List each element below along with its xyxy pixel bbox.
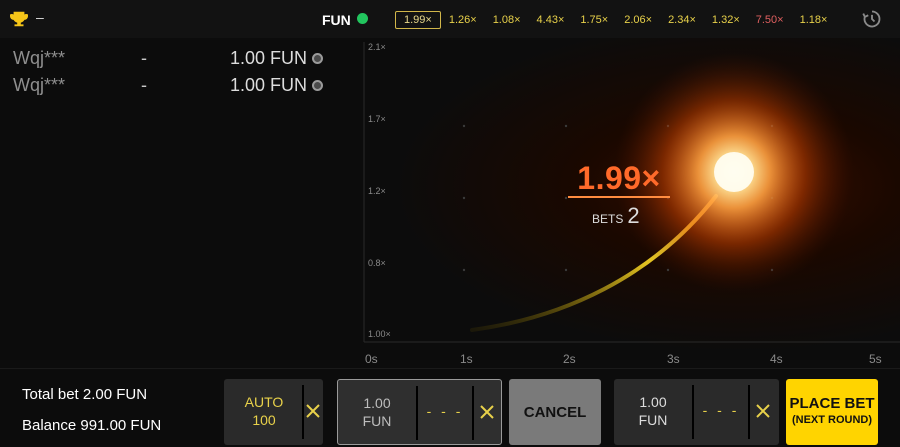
bet2-amount-currency: FUN	[638, 412, 668, 428]
history-item[interactable]: 1.26×	[441, 10, 485, 30]
game-graph: 2.1× 1.7× 1.2× 0.8× 1.00× 0s 1s 2s 3s 4s…	[362, 38, 900, 368]
auto-cashout-label: AUTO 100	[224, 393, 304, 429]
bet1-amount-field[interactable]: 1.00 FUN - - -	[337, 379, 502, 445]
history-item[interactable]: 7.50×	[748, 10, 792, 30]
history-item[interactable]: 1.75×	[572, 10, 616, 30]
total-bet: Total bet 2.00 FUN	[22, 386, 148, 403]
x-tick-label: 5s	[869, 352, 882, 366]
bet-cashout: -	[141, 75, 147, 95]
bets-counter-value: 2	[627, 203, 640, 228]
current-multiplier: 1.99×	[577, 160, 661, 196]
bets-counter-label: BETS	[592, 212, 624, 226]
bets-list: Wqj*** - 1.00 FUN Wqj*** - 1.00 FUN	[0, 38, 362, 368]
trophy-icon[interactable]	[10, 10, 28, 28]
bet2-amount: 1.00 FUN	[614, 393, 692, 429]
y-tick-label: 0.8×	[368, 258, 386, 268]
rocket-core	[714, 152, 754, 192]
bets-counter: BETS 2	[592, 203, 640, 229]
online-status-dot	[357, 13, 368, 24]
x-tick-label: 2s	[563, 352, 576, 366]
bet1-amount-currency: FUN	[362, 413, 392, 429]
bet-controls: Total bet 2.00 FUN Balance 991.00 FUN AU…	[0, 368, 900, 447]
place-bet-button[interactable]: PLACE BET (NEXT ROUND)	[786, 379, 878, 445]
close-icon[interactable]	[305, 403, 321, 419]
history-item[interactable]: 2.34×	[660, 10, 704, 30]
bet-user: Wqj***	[13, 48, 66, 68]
close-icon[interactable]	[755, 403, 771, 419]
close-icon[interactable]	[479, 404, 495, 420]
y-tick-label: 1.7×	[368, 114, 386, 124]
leaderboard-value: –	[36, 9, 44, 25]
history-item[interactable]: 1.08×	[485, 10, 529, 30]
currency-label[interactable]: FUN	[322, 12, 351, 28]
auto-label: AUTO	[244, 394, 284, 410]
list-item: Wqj*** - 1.00 FUN	[0, 71, 362, 97]
bet1-cashout-placeholder[interactable]: - - -	[418, 403, 472, 419]
x-tick-label: 0s	[365, 352, 378, 366]
bet-cashout: -	[141, 48, 147, 68]
bet2-cashout-placeholder[interactable]: - - -	[694, 402, 748, 418]
x-tick-label: 1s	[460, 352, 473, 366]
y-tick-label: 1.00×	[368, 329, 391, 339]
bet-user: Wqj***	[13, 75, 66, 95]
list-item: Wqj*** - 1.00 FUN	[0, 44, 362, 70]
top-bar: – FUN 1.99× 1.26× 1.08× 4.43× 1.75× 2.06…	[0, 0, 900, 38]
cancel-button[interactable]: CANCEL	[509, 379, 601, 445]
divider	[748, 385, 750, 439]
bet2-amount-value: 1.00	[639, 394, 667, 410]
history-item[interactable]: 1.18×	[792, 10, 836, 30]
place-bet-sublabel: (NEXT ROUND)	[791, 414, 873, 426]
place-bet-label: PLACE BET	[789, 395, 875, 412]
x-tick-label: 3s	[667, 352, 680, 366]
divider	[472, 386, 474, 440]
coin-icon	[312, 80, 323, 91]
history-item[interactable]: 4.43×	[529, 10, 573, 30]
coin-icon	[312, 53, 323, 64]
y-tick-label: 2.1×	[368, 42, 386, 52]
bet1-amount-value: 1.00	[363, 395, 391, 411]
balance: Balance 991.00 FUN	[22, 417, 162, 434]
bet2-amount-field[interactable]: 1.00 FUN - - -	[614, 379, 779, 445]
history-item[interactable]: 2.06×	[616, 10, 660, 30]
bet1-amount: 1.00 FUN	[338, 394, 416, 430]
history-item[interactable]: 1.99×	[395, 11, 441, 29]
history-item[interactable]: 1.32×	[704, 10, 748, 30]
y-tick-label: 1.2×	[368, 186, 386, 196]
multiplier-history: 1.99× 1.26× 1.08× 4.43× 1.75× 2.06× 2.34…	[395, 9, 835, 31]
x-tick-label: 4s	[770, 352, 783, 366]
bet-amount: 1.00 FUN	[230, 48, 308, 68]
history-icon[interactable]	[862, 9, 882, 29]
bet-amount: 1.00 FUN	[230, 75, 308, 95]
auto-value: 100	[252, 412, 276, 428]
multiplier-underline	[568, 196, 670, 198]
auto-cashout-field[interactable]: AUTO 100	[224, 379, 323, 445]
divider	[302, 385, 304, 439]
